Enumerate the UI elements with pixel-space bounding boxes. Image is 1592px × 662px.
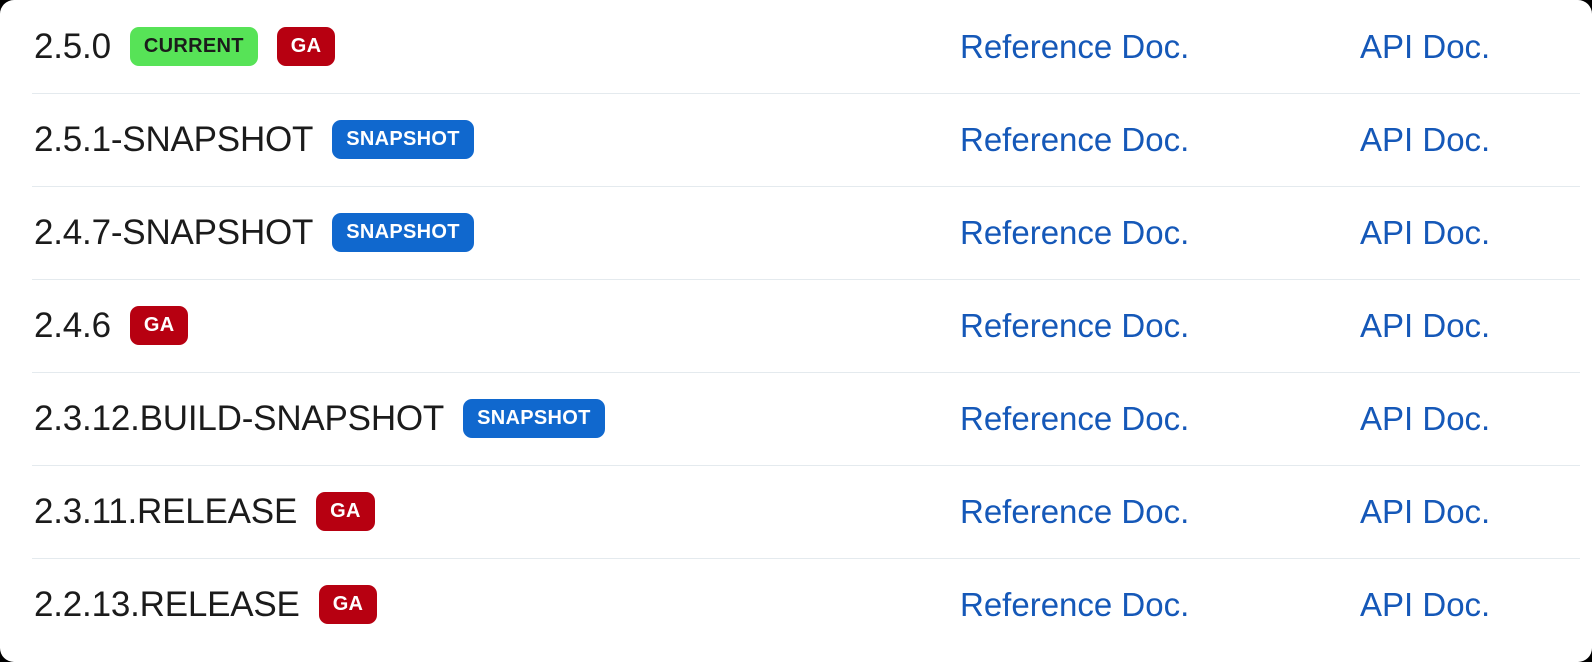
version-label: 2.2.13.RELEASE [34,585,300,624]
version-label: 2.4.7-SNAPSHOT [34,213,314,252]
version-label: 2.3.11.RELEASE [34,492,298,531]
version-cell: 2.4.6 GA [34,306,960,345]
page-container: 2.5.0 CURRENT GA Reference Doc. API Doc. 2.5.… [0,0,1592,662]
table-row: 2.5.1-SNAPSHOT SNAPSHOT Reference Doc. API … [0,93,1592,186]
reference-doc-link[interactable]: Reference Doc. [960,123,1360,156]
table-row: 2.3.12.BUILD-SNAPSHOT SNAPSHOT Reference D… [0,372,1592,465]
reference-doc-link[interactable]: Reference Doc. [960,495,1360,528]
table-row: 2.4.6 GA Reference Doc. API Doc. [0,279,1592,372]
reference-doc-link[interactable]: Reference Doc. [960,588,1360,621]
version-label: 2.5.0 [34,27,111,66]
version-cell: 2.5.0 CURRENT GA [34,27,960,66]
table-row: 2.2.13.RELEASE GA Reference Doc. API Doc. [0,558,1592,651]
api-doc-link[interactable]: API Doc. [1360,495,1590,528]
table-row: 2.3.11.RELEASE GA Reference Doc. API Doc. [0,465,1592,558]
reference-doc-link[interactable]: Reference Doc. [960,309,1360,342]
reference-doc-link[interactable]: Reference Doc. [960,216,1360,249]
status-badge-current: CURRENT [129,27,258,66]
status-badge-ga: GA [316,492,375,531]
status-badge-ga: GA [318,585,378,624]
status-badge-snapshot: SNAPSHOT [463,399,605,438]
reference-doc-link[interactable]: Reference Doc. [960,30,1360,63]
version-list: 2.5.0 CURRENT GA Reference Doc. API Doc. 2.5.… [0,0,1592,651]
version-cell: 2.2.13.RELEASE GA [34,585,960,624]
version-label: 2.4.6 [34,306,111,345]
version-label: 2.3.12.BUILD-SNAPSHOT [34,399,445,438]
status-badge-ga: GA [276,27,336,66]
status-badge-snapshot: SNAPSHOT [332,213,474,252]
status-badge-ga: GA [129,306,189,345]
api-doc-link[interactable]: API Doc. [1360,30,1590,63]
reference-doc-link[interactable]: Reference Doc. [960,402,1360,435]
version-cell: 2.3.12.BUILD-SNAPSHOT SNAPSHOT [34,399,960,438]
version-cell: 2.4.7-SNAPSHOT SNAPSHOT [34,213,960,252]
status-badge-snapshot: SNAPSHOT [332,120,474,159]
version-label: 2.5.1-SNAPSHOT [34,120,314,159]
version-cell: 2.3.11.RELEASE GA [34,492,960,531]
api-doc-link[interactable]: API Doc. [1360,123,1590,156]
api-doc-link[interactable]: API Doc. [1360,588,1590,621]
api-doc-link[interactable]: API Doc. [1360,309,1590,342]
table-row: 2.4.7-SNAPSHOT SNAPSHOT Reference Doc. API … [0,186,1592,279]
api-doc-link[interactable]: API Doc. [1360,402,1590,435]
version-cell: 2.5.1-SNAPSHOT SNAPSHOT [34,120,960,159]
table-row: 2.5.0 CURRENT GA Reference Doc. API Doc. [0,0,1592,93]
api-doc-link[interactable]: API Doc. [1360,216,1590,249]
